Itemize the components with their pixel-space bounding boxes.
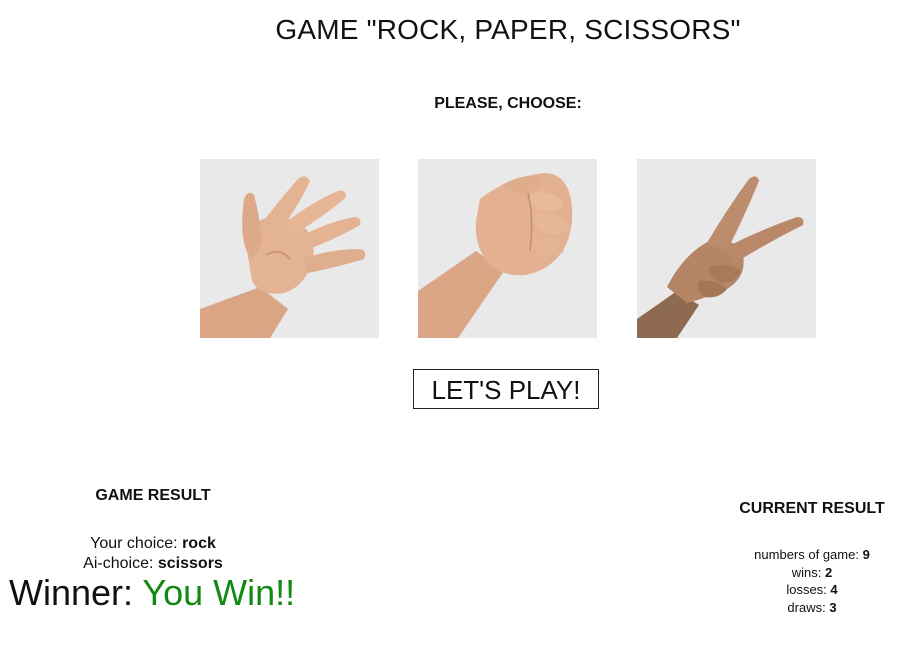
wins-label: wins: [791,564,822,580]
choice-scissors-button[interactable] [637,159,816,338]
game-result-heading: GAME RESULT [95,487,211,504]
your-choice-value: rock [182,535,216,552]
games-count-label: numbers of game: [754,547,859,562]
winner-value: You Win!! [142,572,296,613]
draws-label: draws: [787,599,826,615]
losses-label: losses: [786,582,827,597]
choose-prompt: PLEASE, CHOOSE: [434,95,582,112]
game-result-details: Your choice: rock Ai-choice: scissors [53,534,253,574]
ai-choice-label: Ai-choice: [83,555,154,572]
ai-choice-line: Ai-choice: scissors [53,554,253,574]
losses-line: losses: 4 [712,581,912,599]
losses-value: 4 [830,582,838,597]
choice-paper-button[interactable] [200,159,379,338]
current-result-stats: numbers of game: 9 wins: 2 losses: 4 dra… [712,546,912,616]
page-title: GAME "ROCK, PAPER, SCISSORS" [275,14,741,45]
wins-value: 2 [825,564,833,580]
closed-fist-hand-icon [418,159,597,338]
your-choice-label: Your choice: [90,535,178,552]
games-count-value: 9 [862,547,870,562]
choice-rock-button[interactable] [418,159,597,338]
winner-line: Winner: You Win!! [9,572,295,614]
draws-value: 3 [829,599,837,615]
open-palm-hand-icon [200,159,379,338]
wins-line: wins: 2 [712,564,912,582]
your-choice-line: Your choice: rock [53,534,253,554]
ai-choice-value: scissors [157,555,223,572]
v-sign-hand-icon [637,159,816,338]
game-page: GAME "ROCK, PAPER, SCISSORS" PLEASE, CHO… [0,0,916,662]
lets-play-button[interactable]: LET'S PLAY! [413,369,599,409]
winner-label: Winner: [9,572,134,613]
current-result-heading: CURRENT RESULT [739,500,885,517]
games-count-line: numbers of game: 9 [712,546,912,564]
draws-line: draws: 3 [712,599,912,617]
